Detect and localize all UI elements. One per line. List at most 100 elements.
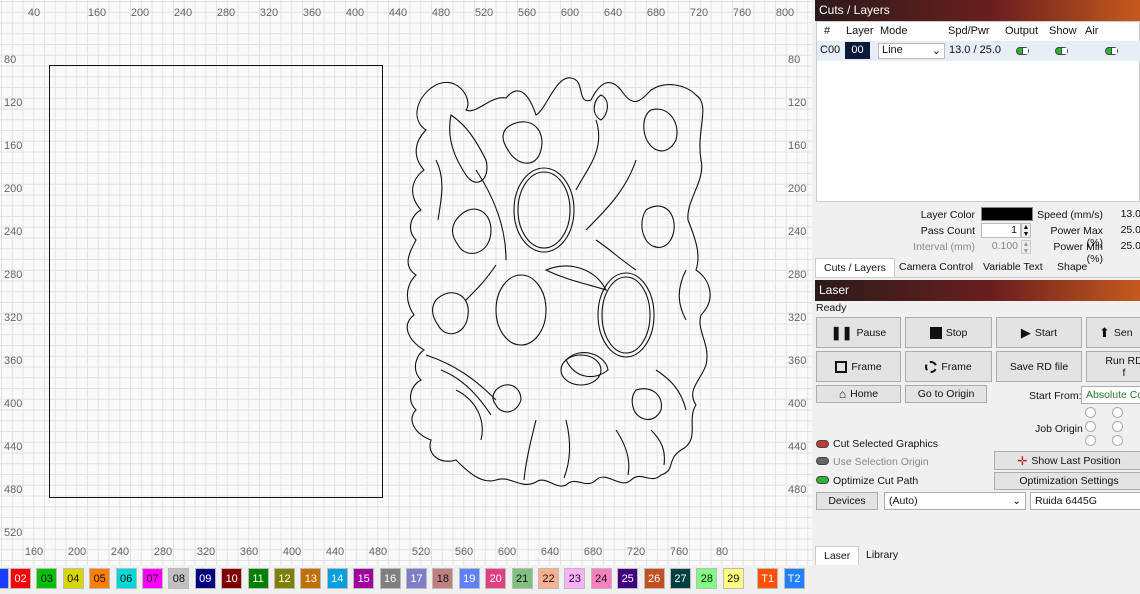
palette-swatch[interactable] bbox=[0, 568, 9, 589]
go-to-origin-button[interactable]: Go to Origin bbox=[905, 385, 987, 403]
start-button[interactable]: ▶ Start bbox=[996, 317, 1082, 348]
speed-value[interactable]: 13.0 bbox=[1107, 208, 1140, 220]
device-select[interactable]: Ruida 6445G bbox=[1030, 492, 1140, 510]
palette-swatch-22[interactable]: 22 bbox=[538, 568, 559, 589]
palette-swatch-09[interactable]: 09 bbox=[194, 568, 216, 589]
palette-swatch-17[interactable]: 17 bbox=[406, 568, 427, 589]
palette-swatch-14[interactable]: 14 bbox=[326, 568, 348, 589]
stop-button[interactable]: Stop bbox=[905, 317, 992, 348]
layer-color-swatch[interactable]: 00 bbox=[845, 42, 870, 59]
rectangle-shape[interactable] bbox=[49, 65, 383, 498]
save-rd-file-button[interactable]: Save RD file bbox=[996, 351, 1082, 382]
output-toggle[interactable] bbox=[1016, 47, 1029, 55]
frame-circle-button[interactable]: Frame bbox=[905, 351, 992, 382]
ruler-tick-label: 520 bbox=[411, 546, 431, 558]
ruler-tick-label: 760 bbox=[732, 7, 752, 19]
home-button[interactable]: ⌂ Home bbox=[816, 385, 901, 403]
palette-swatch-08[interactable]: 08 bbox=[168, 568, 190, 589]
palette-swatch-28[interactable]: 28 bbox=[696, 568, 718, 589]
interval-spinner[interactable]: ▲ ▼ bbox=[1021, 240, 1031, 255]
palette-swatch-11[interactable]: 11 bbox=[247, 568, 269, 589]
optimize-toggle[interactable] bbox=[816, 476, 829, 484]
ruler-tick-label: 480 bbox=[788, 484, 807, 496]
palette-swatch-T1[interactable]: T1 bbox=[757, 568, 779, 589]
pass-count-spinner[interactable]: ▲ ▼ bbox=[1021, 223, 1031, 238]
palette-swatch-19[interactable]: 19 bbox=[458, 568, 480, 589]
workspace-canvas[interactable]: 40 160 200 240 280 320 360 400 440 480 520 560 600 64… bbox=[0, 0, 812, 565]
start-from-select[interactable]: Absolute Coor bbox=[1081, 386, 1140, 404]
speed-power-value: 13.0 / 25.0 bbox=[949, 44, 1001, 56]
origin-radio-tr[interactable] bbox=[1112, 407, 1123, 418]
palette-swatch-05[interactable]: 05 bbox=[89, 568, 111, 589]
ruler-tick-label: 200 bbox=[67, 546, 87, 558]
tab-library[interactable]: Library bbox=[858, 546, 906, 565]
palette-swatch-06[interactable]: 06 bbox=[115, 568, 137, 589]
palette-swatch-20[interactable]: 20 bbox=[485, 568, 507, 589]
pass-count-input[interactable]: 1 bbox=[981, 223, 1021, 238]
col-header-output: Output bbox=[1005, 25, 1039, 37]
run-rd-file-button[interactable]: Run RD f bbox=[1086, 351, 1140, 382]
ruler-tick-label: 320 bbox=[259, 7, 279, 19]
tab-cuts-layers[interactable]: Cuts / Layers bbox=[815, 258, 895, 277]
ruler-tick-label: 160 bbox=[788, 140, 807, 152]
ruler-tick-label: 480 bbox=[4, 484, 23, 496]
ruler-tick-label: 720 bbox=[626, 546, 646, 558]
palette-swatch-26[interactable]: 26 bbox=[643, 568, 665, 589]
power-min-value[interactable]: 25.0 bbox=[1107, 240, 1140, 252]
col-header-air: Air bbox=[1085, 25, 1099, 37]
palette-swatch-13[interactable]: 13 bbox=[300, 568, 322, 589]
origin-radio-ml[interactable] bbox=[1085, 421, 1096, 432]
palette-swatch-12[interactable]: 12 bbox=[274, 568, 295, 589]
cut-selected-toggle[interactable] bbox=[816, 440, 829, 448]
palette-swatch-21[interactable]: 21 bbox=[511, 568, 533, 589]
origin-radio-mr[interactable] bbox=[1112, 421, 1123, 432]
cut-selected-label: Cut Selected Graphics bbox=[833, 438, 939, 450]
power-max-value[interactable]: 25.0 bbox=[1107, 224, 1140, 236]
show-toggle[interactable] bbox=[1055, 47, 1068, 55]
ruler-right: 80 120 160 200 240 280 320 360 400 440 480 bbox=[788, 0, 810, 565]
devices-button[interactable]: Devices bbox=[816, 492, 878, 510]
air-toggle[interactable] bbox=[1105, 47, 1118, 55]
palette-swatch-24[interactable]: 24 bbox=[590, 568, 612, 589]
palette-swatch-15[interactable]: 15 bbox=[353, 568, 375, 589]
organic-artwork[interactable] bbox=[396, 70, 726, 495]
col-header-num: # bbox=[824, 25, 831, 37]
home-label: Home bbox=[850, 388, 879, 400]
show-last-position-button[interactable]: ✛ Show Last Position bbox=[994, 451, 1140, 470]
optimization-settings-button[interactable]: Optimization Settings bbox=[994, 472, 1140, 490]
palette-swatch-27[interactable]: 27 bbox=[670, 568, 691, 589]
palette-swatch-23[interactable]: 23 bbox=[564, 568, 586, 589]
port-select[interactable]: (Auto) ⌄ bbox=[884, 492, 1026, 510]
origin-radio-bl[interactable] bbox=[1085, 435, 1096, 446]
palette-swatch-T2[interactable]: T2 bbox=[783, 568, 805, 589]
send-button[interactable]: ⬆ Sen bbox=[1086, 317, 1140, 348]
layer-row[interactable]: C00 00 Line ⌄ 13.0 / 25.0 bbox=[817, 41, 1140, 61]
palette-swatch-25[interactable]: 25 bbox=[617, 568, 639, 589]
frame-button[interactable]: Frame bbox=[816, 351, 901, 382]
origin-radio-tl[interactable] bbox=[1085, 407, 1096, 418]
interval-input[interactable]: 0.100 bbox=[981, 240, 1021, 254]
tab-shape-properties[interactable]: Shape Properties bbox=[1049, 258, 1140, 292]
palette-swatch-03[interactable]: 03 bbox=[36, 568, 58, 589]
origin-radio-br[interactable] bbox=[1112, 435, 1123, 446]
tab-variable-text[interactable]: Variable Text bbox=[975, 258, 1051, 277]
palette-swatch-18[interactable]: 18 bbox=[432, 568, 454, 589]
layer-color-box[interactable] bbox=[981, 207, 1033, 221]
tab-laser[interactable]: Laser bbox=[815, 546, 860, 565]
palette-swatch-02[interactable]: 02 bbox=[10, 568, 31, 589]
tab-camera-control[interactable]: Camera Control bbox=[891, 258, 981, 277]
mode-select[interactable]: Line ⌄ bbox=[878, 43, 945, 59]
pause-icon: ❚❚ bbox=[830, 324, 853, 340]
ruler-tick-label: 160 bbox=[4, 140, 23, 152]
ruler-bottom: 160 200 240 280 320 360 400 440 480 520 560 600 640 6… bbox=[0, 546, 812, 560]
palette-swatch-04[interactable]: 04 bbox=[62, 568, 84, 589]
palette-swatch-16[interactable]: 16 bbox=[379, 568, 401, 589]
use-selection-toggle[interactable] bbox=[816, 457, 829, 465]
ruler-tick-label: 760 bbox=[669, 546, 689, 558]
ruler-tick-label: 640 bbox=[540, 546, 560, 558]
pause-button[interactable]: ❚❚ Pause bbox=[816, 317, 901, 348]
palette-swatch-07[interactable]: 07 bbox=[142, 568, 163, 589]
palette-swatch-29[interactable]: 29 bbox=[722, 568, 744, 589]
stop-label: Stop bbox=[945, 326, 968, 339]
palette-swatch-10[interactable]: 10 bbox=[221, 568, 243, 589]
